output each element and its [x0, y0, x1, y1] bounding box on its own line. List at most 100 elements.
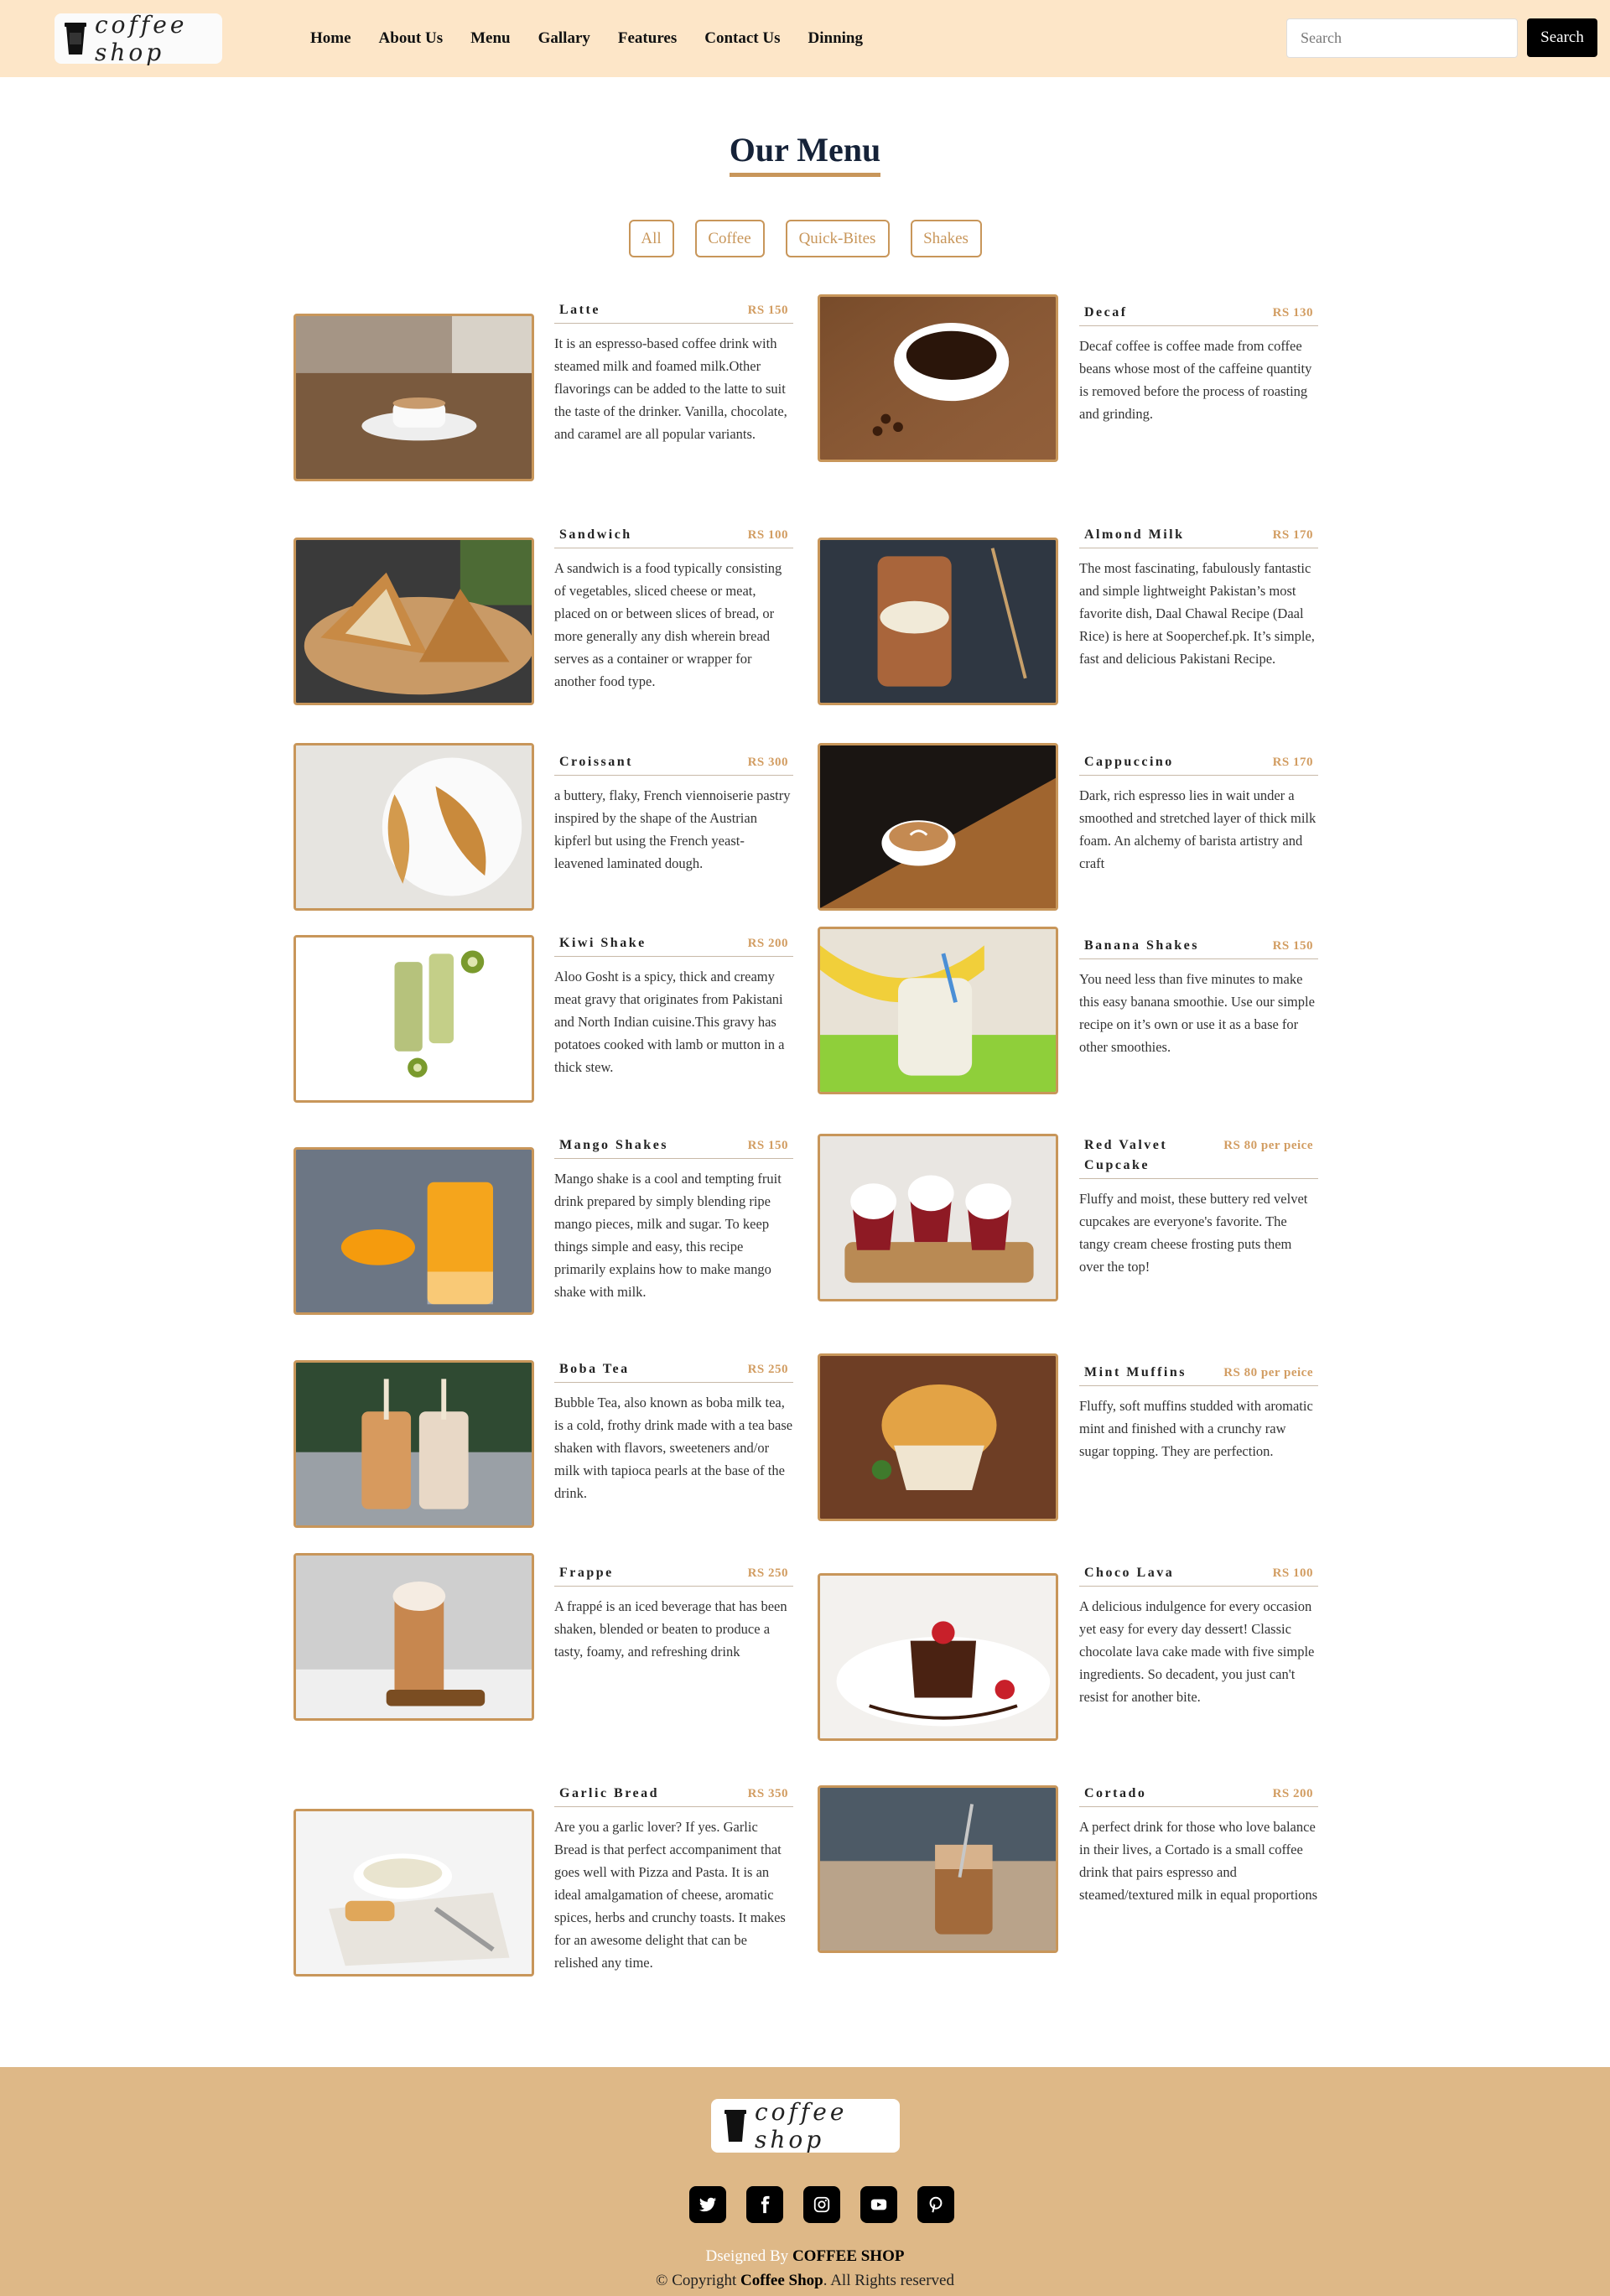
- coffee-cup-icon: [65, 21, 86, 56]
- nav-link-menu[interactable]: Menu: [470, 29, 511, 48]
- designed-by: Dseigned By COFFEE SHOP: [0, 2247, 1610, 2266]
- menu-item-header: Boba Tea RS 250: [554, 1359, 793, 1383]
- menu-item-header: Sandwich RS 100: [554, 525, 793, 548]
- menu-item-name: Banana Shakes: [1084, 938, 1199, 953]
- menu-item-price: RS 100: [747, 528, 788, 542]
- menu-item-description: Are you a garlic lover? If yes. Garlic B…: [554, 1819, 786, 1971]
- designed-prefix: Dseigned By: [705, 2247, 789, 2265]
- twitter-icon[interactable]: [689, 2186, 726, 2223]
- filter-all[interactable]: All: [628, 220, 674, 257]
- menu-item-price: RS 80 per peice: [1223, 1139, 1313, 1152]
- menu-item-description: Fluffy and moist, these buttery red velv…: [1079, 1191, 1308, 1275]
- menu-item-name: Choco Lava: [1084, 1566, 1175, 1580]
- filter-quick-bites[interactable]: Quick-Bites: [785, 220, 890, 257]
- menu-item-name: Red Valvet Cupcake: [1084, 1138, 1168, 1172]
- menu-item-price: RS 100: [1272, 1566, 1313, 1580]
- menu-item-price: RS 150: [747, 304, 788, 317]
- boba-tea-photo: [293, 1360, 534, 1528]
- decaf-photo: [818, 294, 1058, 462]
- menu-item-description: Decaf coffee is coffee made from coffee …: [1079, 338, 1312, 422]
- muffin-photo: [818, 1353, 1058, 1521]
- footer-logo-text: coffee shop: [755, 2098, 848, 2153]
- nav-link-gallary[interactable]: Gallary: [538, 29, 590, 48]
- search-button[interactable]: Search: [1527, 18, 1597, 57]
- menu-item-price: RS 170: [1272, 756, 1313, 769]
- footer: coffee shop Dseigned By COFFEE SHOP © Co…: [0, 2067, 1610, 2296]
- pinterest-icon[interactable]: [917, 2186, 954, 2223]
- menu-item-description: Fluffy, soft muffins studded with aromat…: [1079, 1398, 1313, 1459]
- menu-item-price: RS 170: [1272, 528, 1313, 542]
- menu-item-description: The most fascinating, fabulously fantast…: [1079, 560, 1315, 667]
- menu-item-description: You need less than five minutes to make …: [1079, 971, 1315, 1055]
- nav-link-contact[interactable]: Contact Us: [704, 29, 780, 48]
- copyright-brand: Coffee Shop: [740, 2272, 823, 2289]
- menu-item-header: Latte RS 150: [554, 300, 793, 324]
- menu-item-header: Frappe RS 250: [554, 1563, 793, 1587]
- page-title: Our Menu: [729, 131, 881, 177]
- menu-item-header: Cappuccino RS 170: [1079, 752, 1318, 776]
- menu-item-price: RS 200: [747, 937, 788, 950]
- menu-item-header: Mint Muffins RS 80 per peice: [1079, 1363, 1318, 1386]
- menu-item-price: RS 300: [747, 756, 788, 769]
- cortado-photo: [818, 1785, 1058, 1953]
- footer-logo[interactable]: coffee shop: [711, 2098, 900, 2153]
- menu-item-name: Almond Milk: [1084, 527, 1185, 542]
- nav-link-dinning[interactable]: Dinning: [808, 29, 863, 48]
- mango-shake-photo: [293, 1147, 534, 1315]
- menu-item-name: Cappuccino: [1084, 755, 1174, 769]
- menu-item-description: A sandwich is a food typically consistin…: [554, 560, 782, 689]
- instagram-icon[interactable]: [803, 2186, 840, 2223]
- search-input[interactable]: [1286, 18, 1518, 58]
- menu-item-price: RS 80 per peice: [1223, 1366, 1313, 1379]
- menu-item-description: Bubble Tea, also known as boba milk tea,…: [554, 1395, 793, 1501]
- nav-links: Home About Us Menu Gallary Features Cont…: [310, 0, 863, 77]
- menu-item-name: Latte: [559, 303, 600, 317]
- menu-item-header: Kiwi Shake RS 200: [554, 933, 793, 957]
- coffee-cup-icon: [724, 2108, 746, 2143]
- menu-item-description: Dark, rich espresso lies in wait under a…: [1079, 787, 1317, 871]
- kiwi-shake-photo: [293, 935, 534, 1103]
- cupcake-photo: [818, 1134, 1058, 1301]
- menu-item-price: RS 250: [747, 1566, 788, 1580]
- logo[interactable]: coffee shop: [55, 11, 222, 66]
- menu-item-header: Banana Shakes RS 150: [1079, 936, 1318, 959]
- menu-item-price: RS 130: [1272, 306, 1313, 319]
- menu-item-header: Red Valvet Cupcake RS 80 per peice: [1079, 1135, 1318, 1179]
- menu-item-name: Frappe: [559, 1566, 614, 1580]
- menu-item-description: Aloo Gosht is a spicy, thick and creamy …: [554, 969, 785, 1075]
- menu-item-name: Mint Muffins: [1084, 1365, 1187, 1379]
- filter-coffee[interactable]: Coffee: [694, 220, 765, 257]
- choco-lava-photo: [818, 1573, 1058, 1741]
- nav-link-features[interactable]: Features: [618, 29, 677, 48]
- menu-item-name: Mango Shakes: [559, 1138, 669, 1152]
- logo-text: coffee shop: [95, 11, 188, 66]
- facebook-icon[interactable]: [746, 2186, 783, 2223]
- menu-item-price: RS 150: [747, 1139, 788, 1152]
- menu-item-price: RS 350: [747, 1787, 788, 1800]
- menu-item-name: Garlic Bread: [559, 1786, 660, 1800]
- youtube-icon[interactable]: [860, 2186, 897, 2223]
- frappe-photo: [293, 1553, 534, 1721]
- nav-link-about[interactable]: About Us: [379, 29, 444, 48]
- nav-link-home[interactable]: Home: [310, 29, 351, 48]
- cappuccino-photo: [818, 743, 1058, 911]
- menu-item-header: Decaf RS 130: [1079, 303, 1318, 326]
- copyright-suffix: . All Rights reserved: [823, 2272, 954, 2289]
- menu-item-header: Croissant RS 300: [554, 752, 793, 776]
- menu-item-description: A delicious indulgence for every occasio…: [1079, 1598, 1315, 1705]
- menu-filters: All Coffee Quick-Bites Shakes: [0, 220, 1610, 257]
- sandwich-photo: [293, 538, 534, 705]
- menu-item-description: a buttery, flaky, French viennoiserie pa…: [554, 787, 791, 871]
- banana-shake-photo: [818, 927, 1058, 1094]
- filter-shakes[interactable]: Shakes: [910, 220, 982, 257]
- menu-item-header: Cortado RS 200: [1079, 1784, 1318, 1807]
- menu-item-description: A frappé is an iced beverage that has be…: [554, 1598, 787, 1660]
- menu-item-description: A perfect drink for those who love balan…: [1079, 1819, 1318, 1903]
- croissant-photo: [293, 743, 534, 911]
- menu-item-price: RS 200: [1272, 1787, 1313, 1800]
- menu-item-name: Kiwi Shake: [559, 936, 647, 950]
- menu-item-name: Croissant: [559, 755, 633, 769]
- menu-item-name: Boba Tea: [559, 1362, 630, 1376]
- menu-item-price: RS 150: [1272, 939, 1313, 953]
- menu-item-header: Mango Shakes RS 150: [554, 1135, 793, 1159]
